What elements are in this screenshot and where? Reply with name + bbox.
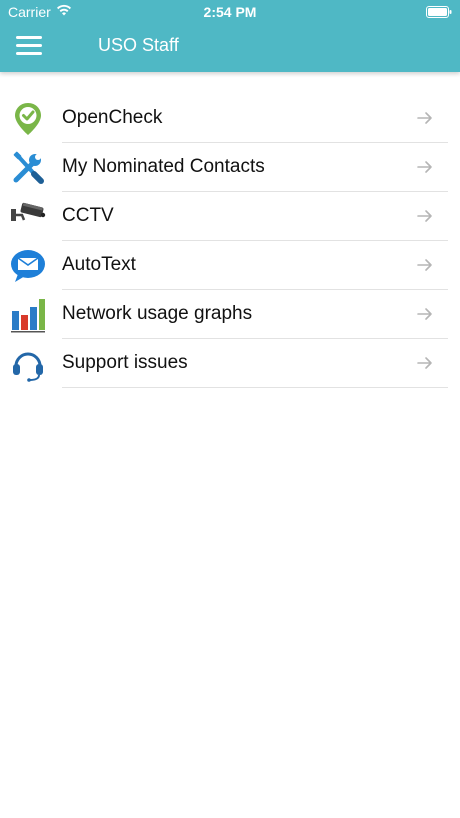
status-time: 2:54 PM — [203, 4, 257, 20]
arrow-right-icon — [417, 161, 432, 173]
headset-icon — [13, 352, 43, 382]
bar-chart-icon — [11, 299, 45, 333]
menu-item-autotext[interactable]: AutoText — [0, 241, 460, 290]
menu-item-network-usage-graphs[interactable]: Network usage graphs — [0, 290, 460, 339]
arrow-right-icon — [417, 357, 432, 369]
menu-item-support-issues[interactable]: Support issues — [0, 339, 460, 388]
menu-item-label: My Nominated Contacts — [62, 156, 265, 177]
menu-list: OpenCheck My Nominated Contacts CCTV Aut… — [0, 94, 460, 388]
page-title: USO Staff — [98, 35, 179, 55]
divider — [62, 387, 448, 388]
menu-item-cctv[interactable]: CCTV — [0, 192, 460, 241]
menu-item-opencheck[interactable]: OpenCheck — [0, 94, 460, 143]
app-header: Carrier 2:54 PM USO Staff — [0, 0, 460, 72]
arrow-right-icon — [417, 112, 432, 124]
battery-icon — [426, 6, 452, 18]
message-icon — [11, 250, 45, 282]
arrow-right-icon — [417, 210, 432, 222]
status-bar: Carrier 2:54 PM — [0, 0, 460, 24]
nav-bar: USO Staff — [0, 24, 460, 72]
menu-item-label: AutoText — [62, 254, 136, 275]
arrow-right-icon — [417, 308, 432, 320]
menu-item-nominated-contacts[interactable]: My Nominated Contacts — [0, 143, 460, 192]
menu-item-label: Support issues — [62, 352, 188, 373]
menu-item-label: CCTV — [62, 205, 114, 226]
check-pin-icon — [15, 103, 41, 135]
menu-item-label: Network usage graphs — [62, 303, 253, 324]
menu-item-label: OpenCheck — [62, 107, 163, 128]
tools-icon — [13, 151, 44, 184]
menu-icon[interactable] — [16, 36, 42, 56]
camera-icon — [11, 202, 46, 221]
arrow-right-icon — [417, 259, 432, 271]
